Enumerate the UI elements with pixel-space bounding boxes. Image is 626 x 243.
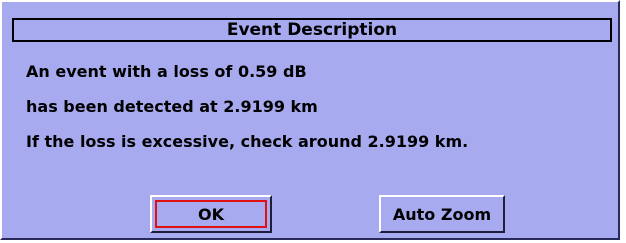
event-message: An event with a loss of 0.59 dB has been… bbox=[26, 54, 468, 159]
message-line-loss: An event with a loss of 0.59 dB bbox=[26, 62, 307, 81]
message-line-advice: If the loss is excessive, check around 2… bbox=[26, 132, 469, 151]
auto-zoom-button[interactable]: Auto Zoom bbox=[379, 195, 505, 233]
event-description-dialog: Event Description An event with a loss o… bbox=[0, 0, 620, 240]
dialog-title: Event Description bbox=[12, 18, 612, 42]
message-line-location: has been detected at 2.9199 km bbox=[26, 97, 318, 116]
ok-button-label: OK bbox=[155, 200, 267, 228]
ok-button[interactable]: OK bbox=[150, 195, 272, 233]
